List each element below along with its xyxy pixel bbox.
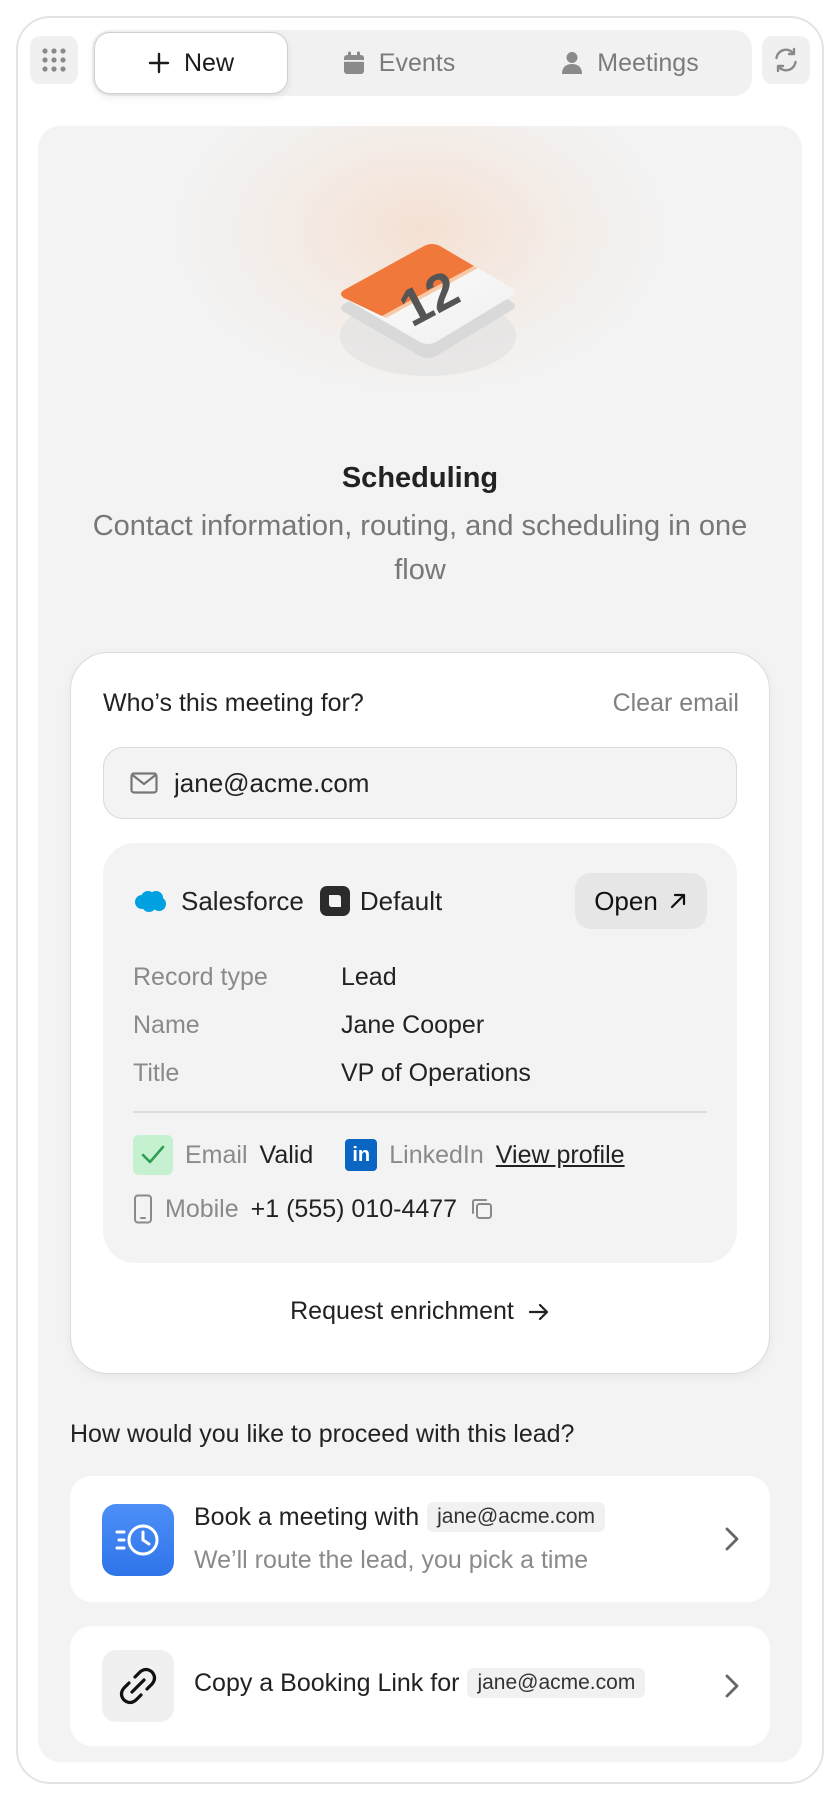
field-label: Title: [133, 1058, 180, 1087]
default-profile-icon: [319, 886, 350, 916]
email-field[interactable]: [103, 747, 737, 819]
refresh-icon: [775, 47, 797, 73]
copy-link-label: Copy a Booking Link for: [194, 1668, 460, 1697]
mobile-label: Mobile: [165, 1194, 239, 1223]
email-input[interactable]: [174, 767, 714, 799]
scheduling-panel: 12 Scheduling Contact information, routi…: [38, 126, 802, 1762]
record-divider: [133, 1111, 707, 1113]
field-label: Record type: [133, 962, 268, 991]
request-enrichment-label: Request enrichment: [290, 1297, 514, 1325]
clear-email-link[interactable]: Clear email: [613, 689, 739, 718]
field-label: Name: [133, 1010, 200, 1039]
view-profile-link[interactable]: View profile: [496, 1141, 625, 1170]
refresh-button[interactable]: [762, 36, 810, 84]
copy-link-title: Copy a Booking Link for jane@acme.com: [194, 1668, 646, 1698]
field-value: Jane Cooper: [341, 1010, 485, 1039]
book-meeting-subtitle: We’ll route the lead, you pick a time: [194, 1546, 589, 1574]
book-meeting-label: Book a meeting with: [194, 1502, 420, 1531]
record-field-row: Title VP of Operations: [133, 1049, 707, 1097]
proceed-question: How would you like to proceed with this …: [70, 1420, 575, 1448]
tab-meetings-label: Meetings: [597, 48, 699, 77]
email-status-label: Email: [185, 1140, 248, 1169]
calendar-icon: [343, 51, 364, 74]
book-meeting-email-pill: jane@acme.com: [427, 1502, 606, 1532]
calendar-hero-icon: 12: [340, 244, 516, 376]
mode-switcher: New Events Meetings: [92, 30, 752, 96]
meeting-for-question: Who’s this meeting for?: [103, 689, 364, 717]
record-profile-label: Default: [359, 885, 443, 916]
copy-link-email-pill: jane@acme.com: [467, 1668, 646, 1698]
email-status-value: Valid: [259, 1140, 314, 1169]
field-value: VP of Operations: [341, 1058, 531, 1087]
linkedin-icon: in: [345, 1139, 378, 1171]
arrow-right-icon: [528, 1303, 548, 1320]
mobile-value: +1 (555) 010-4477: [250, 1194, 458, 1223]
top-navigation: New Events Meetings: [30, 30, 810, 96]
grid-icon: [42, 48, 66, 72]
field-value: Lead: [341, 962, 397, 991]
record-source-label: Salesforce: [181, 885, 304, 916]
tab-events[interactable]: Events: [288, 32, 510, 94]
linkedin-label: LinkedIn: [389, 1140, 484, 1169]
book-meeting-option[interactable]: Book a meeting with jane@acme.com We’ll …: [70, 1476, 770, 1602]
link-icon: [102, 1650, 174, 1722]
tab-new-label: New: [183, 48, 234, 77]
hero-title: Scheduling: [341, 462, 499, 494]
book-meeting-title: Book a meeting with jane@acme.com: [194, 1502, 606, 1532]
plus-icon: [148, 52, 170, 74]
valid-check-icon: [133, 1135, 173, 1175]
request-enrichment-button[interactable]: Request enrichment: [71, 1297, 769, 1326]
open-record-button[interactable]: Open: [575, 873, 707, 929]
record-header: Salesforce Default Open: [133, 873, 707, 929]
person-icon: [562, 52, 583, 74]
tab-meetings[interactable]: Meetings: [510, 32, 750, 94]
lead-lookup-card: Who’s this meeting for? Clear email jane…: [70, 652, 770, 1374]
record-contact-status: Email Valid in LinkedIn View profile: [133, 1133, 717, 1177]
clock-routing-icon: [102, 1504, 174, 1576]
record-field-row: Name Jane Cooper: [133, 1001, 707, 1049]
hero-subtitle: Contact information, routing, and schedu…: [92, 510, 748, 586]
chevron-right-icon: [724, 1673, 740, 1699]
app-grid-button[interactable]: [30, 36, 78, 84]
salesforce-icon: [135, 891, 166, 912]
tab-events-label: Events: [378, 48, 456, 77]
tab-new[interactable]: New: [94, 32, 288, 94]
open-record-label: Open: [594, 885, 658, 916]
chevron-right-icon: [724, 1526, 740, 1552]
record-field-row: Record type Lead: [133, 953, 707, 1001]
app-window: New Events Meetings 12 Scheduling Contac…: [16, 16, 824, 1784]
record-mobile: Mobile +1 (555) 010-4477: [133, 1187, 717, 1231]
crm-record: Salesforce Default Open Record type Lead…: [103, 843, 737, 1263]
copy-icon[interactable]: [469, 1196, 495, 1222]
mail-icon: [130, 772, 158, 794]
copy-booking-link-option[interactable]: Copy a Booking Link for jane@acme.com: [70, 1626, 770, 1746]
arrow-up-right-icon: [670, 893, 685, 909]
record-fields: Record type Lead Name Jane Cooper Title …: [133, 953, 707, 1097]
mobile-phone-icon: [133, 1194, 153, 1224]
